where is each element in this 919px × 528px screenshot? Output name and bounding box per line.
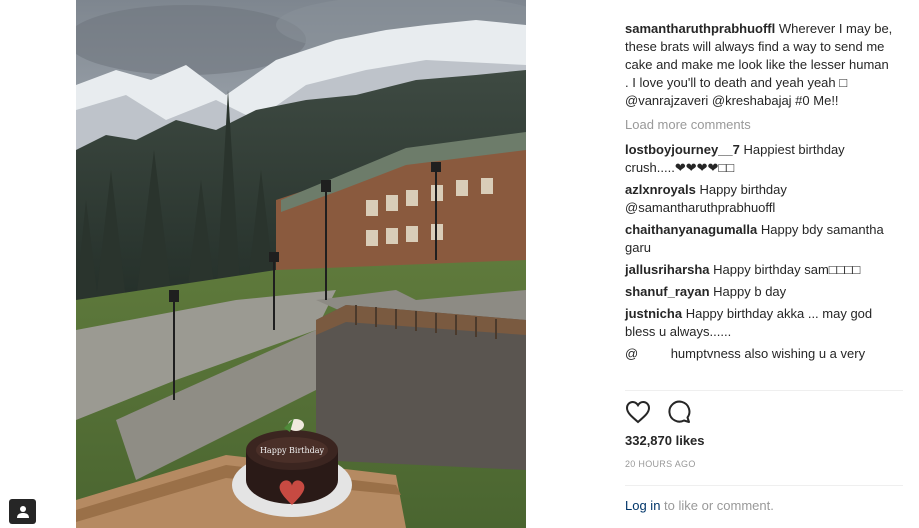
user-tag-icon	[16, 505, 29, 518]
divider	[625, 485, 903, 486]
comment-username[interactable]: jallusriharsha	[625, 262, 710, 277]
post-photo[interactable]: Happy Birthday	[76, 0, 526, 528]
list-item: justnicha Happy birthday akka ... may go…	[625, 305, 893, 341]
comment-username[interactable]: azlxnroyals	[625, 182, 696, 197]
likes-count[interactable]: 332,870 likes	[625, 433, 705, 448]
comment-button[interactable]	[667, 400, 691, 429]
post-sidebar: samantharuthprabhuoffl Wherever I may be…	[526, 0, 919, 528]
tagged-users-button[interactable]	[9, 499, 36, 524]
comment-username[interactable]: chaithanyanagumalla	[625, 222, 757, 237]
like-button[interactable]	[625, 400, 651, 429]
caption-username[interactable]: samantharuthprabhuoffl	[625, 21, 775, 36]
list-item: jallusriharsha Happy birthday sam□□□□	[625, 261, 893, 279]
comment-username[interactable]: shanuf_rayan	[625, 284, 710, 299]
list-item: chaithanyanagumalla Happy bdy samantha g…	[625, 221, 893, 257]
comment-text: Happy b day	[713, 284, 787, 299]
login-prompt: Log in to like or comment.	[625, 498, 774, 513]
comments-list: samantharuthprabhuoffl Wherever I may be…	[625, 20, 893, 361]
list-item: shanuf_rayan Happy b day	[625, 283, 893, 301]
login-prompt-text: to like or comment.	[660, 498, 774, 513]
divider	[625, 390, 903, 391]
comment-icon	[668, 400, 691, 423]
list-item: lostboyjourney__7 Happiest birthday crus…	[625, 141, 893, 177]
cake-text: Happy Birthday	[260, 446, 325, 455]
resort-mountain-photo: Happy Birthday	[76, 0, 526, 528]
post-timestamp[interactable]: 20 HOURS AGO	[625, 459, 696, 469]
load-more-comments-link[interactable]: Load more comments	[625, 116, 893, 134]
heart-icon	[625, 400, 651, 424]
caption: samantharuthprabhuoffl Wherever I may be…	[625, 20, 893, 110]
comment-username[interactable]: justnicha	[625, 306, 682, 321]
comment-username[interactable]: lostboyjourney__7	[625, 142, 740, 157]
action-bar	[625, 400, 691, 429]
list-item: azlxnroyals Happy birthday @samantharuth…	[625, 181, 893, 217]
partial-comment: @ humptvness also wishing u a very	[625, 346, 866, 361]
login-link[interactable]: Log in	[625, 498, 660, 513]
comment-text: Happy birthday sam□□□□	[713, 262, 861, 277]
left-margin	[0, 0, 76, 528]
